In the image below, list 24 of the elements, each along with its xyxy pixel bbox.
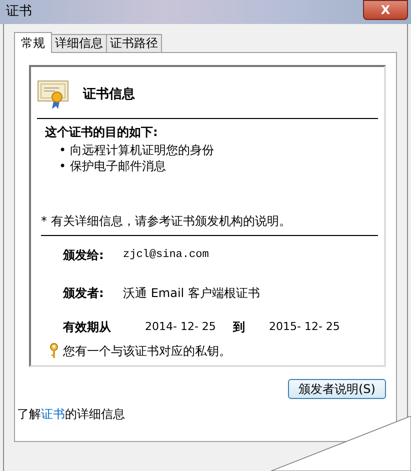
- note-text: * 有关详细信息，请参考证书颁发机构的说明。: [41, 212, 378, 236]
- tab[interactable]: 详细信息: [51, 34, 107, 52]
- learn-more-text: 了解证书的详细信息: [17, 406, 126, 423]
- issued-by-value: 沃通 Email 客户端根证书: [123, 285, 260, 302]
- close-button[interactable]: X: [363, 0, 408, 20]
- certificate-icon: [37, 80, 69, 110]
- valid-to-label: 到: [233, 319, 246, 336]
- key-icon: [49, 343, 59, 359]
- issued-to-value: zjcl@sina.com: [123, 248, 209, 263]
- issued-to-label: 颁发给:: [63, 247, 105, 264]
- issuer-statement-button[interactable]: 颁发者说明(S): [288, 379, 386, 399]
- valid-from-date: 2014- 12- 25: [145, 318, 217, 335]
- purpose-title: 这个证书的目的如下:: [45, 124, 159, 141]
- valid-from-label: 有效期从: [63, 319, 112, 336]
- certificate-info-heading: 证书信息: [83, 86, 135, 104]
- purpose-item: • 向远程计算机证明您的身份: [59, 143, 214, 157]
- tab[interactable]: 证书路径: [106, 34, 162, 52]
- purpose-item: • 保护电子邮件消息: [59, 159, 166, 173]
- issued-by-label: 颁发者:: [63, 285, 105, 302]
- private-key-text: 您有一个与该证书对应的私钥。: [63, 343, 231, 360]
- window-title: 证书: [6, 3, 32, 22]
- certificate-link[interactable]: 证书: [41, 407, 65, 421]
- tab[interactable]: 常规: [14, 32, 52, 53]
- valid-to-date: 2015- 12- 25: [269, 318, 340, 335]
